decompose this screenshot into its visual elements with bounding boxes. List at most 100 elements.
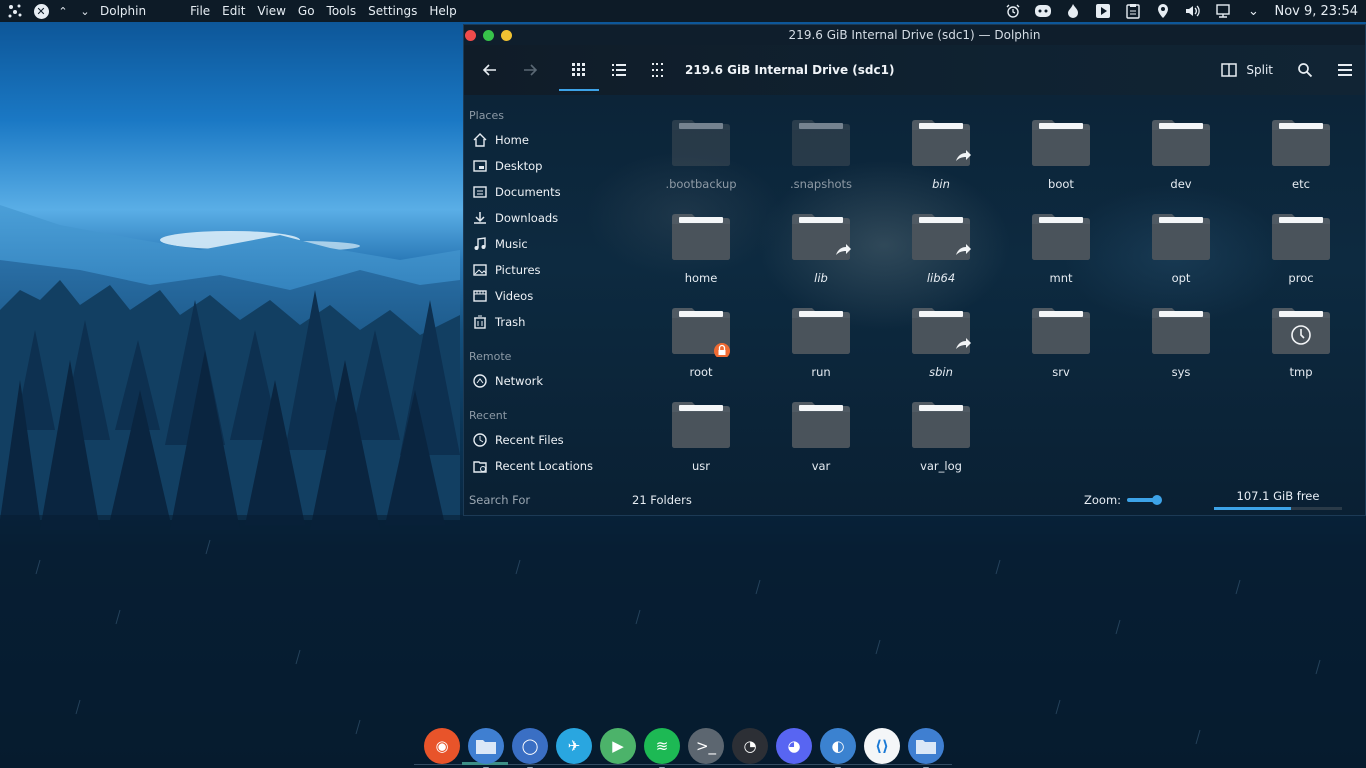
network-icon[interactable] [1208,0,1238,22]
dock-terminal-icon[interactable]: >_ [688,728,724,764]
sidebar-item-documents[interactable]: Documents [464,179,624,205]
folder-item[interactable]: lib [761,211,881,305]
alarm-icon[interactable] [998,0,1028,22]
folder-item[interactable]: var [761,399,881,493]
folder-item[interactable]: lib64 [881,211,1001,305]
folder-item[interactable]: sbin [881,305,1001,399]
folder-name: .snapshots [789,177,853,191]
chevron-down-icon[interactable]: ⌄ [1238,0,1268,22]
folder-item[interactable]: bin [881,117,1001,211]
split-button[interactable]: Split [1209,45,1285,95]
sidebar-item-trash[interactable]: Trash [464,309,624,335]
dock-spotify-icon[interactable]: ≋ [644,728,680,768]
search-button[interactable] [1285,45,1325,95]
folder-icon [912,402,970,448]
hamburger-menu-button[interactable] [1325,45,1365,95]
folder-item[interactable]: home [641,211,761,305]
zoom-slider[interactable] [1127,495,1163,505]
dock-obs-studio-icon[interactable]: ◔ [732,728,768,764]
back-button[interactable] [470,45,510,95]
menu-edit[interactable]: Edit [216,4,251,18]
sidebar-item-recent-files[interactable]: Recent Files [464,427,624,453]
minimize-button[interactable]: ⌄ [74,0,96,22]
app-launcher-icon[interactable] [0,0,30,22]
folder-item[interactable]: sys [1121,305,1241,399]
hamburger-icon [1338,64,1352,76]
folder-icon [1272,308,1330,354]
folder-item[interactable]: opt [1121,211,1241,305]
clipboard-icon[interactable] [1118,0,1148,22]
folder-icon [1152,214,1210,260]
dock-media-player-icon[interactable]: ▶ [600,728,636,764]
free-space-label: 107.1 GiB free [1236,489,1320,503]
folder-item[interactable]: tmp [1241,305,1361,399]
sidebar-item-desktop[interactable]: Desktop [464,153,624,179]
folder-item[interactable]: etc [1241,117,1361,211]
dock-files-dolphin-icon[interactable] [468,728,504,768]
split-view-icon [1221,63,1238,77]
folder-icon [1152,308,1210,354]
folder-item[interactable]: dev [1121,117,1241,211]
flame-icon[interactable] [1058,0,1088,22]
location-bar[interactable]: 219.6 GiB Internal Drive (sdc1) [685,63,894,77]
close-window-dot[interactable] [465,29,476,41]
sidebar-item-home[interactable]: Home [464,127,624,153]
volume-icon[interactable] [1178,0,1208,22]
folder-item[interactable]: srv [1001,305,1121,399]
menu-go[interactable]: Go [292,4,321,18]
sidebar-item-music[interactable]: Music [464,231,624,257]
minimize-window-dot[interactable] [501,29,512,41]
menu-help[interactable]: Help [423,4,462,18]
location-icon[interactable] [1148,0,1178,22]
sidebar-item-downloads[interactable]: Downloads [464,205,624,231]
dock-firefox-icon[interactable]: ◉ [424,728,460,764]
content-area: Places Home Desktop Documents Downloads … [464,95,1365,515]
folder-item[interactable]: var_log [881,399,1001,493]
folder-item[interactable]: usr [641,399,761,493]
discord-icon[interactable] [1028,0,1058,22]
dock-kdeconnect-bird-icon[interactable]: ✈ [556,728,592,764]
sidebar-item-label: Desktop [495,159,543,173]
split-label: Split [1246,63,1273,77]
forward-button[interactable] [510,45,550,95]
clock[interactable]: Nov 9, 23:54 [1268,4,1366,19]
sidebar-item-recent-locations[interactable]: Recent Locations [464,453,624,479]
sidebar-item-label: Home [495,133,529,147]
icons-view-button[interactable] [559,45,599,95]
menu-tools[interactable]: Tools [321,4,363,18]
dock-discord-icon[interactable]: ◕ [776,728,812,764]
sidebar-item-pictures[interactable]: Pictures [464,257,624,283]
dock-vscode-icon[interactable]: ⟨⟩ [864,728,900,764]
menu-settings[interactable]: Settings [362,4,423,18]
folder-item[interactable]: run [761,305,881,399]
compact-view-button[interactable] [639,45,679,95]
places-section-title: Places [469,109,504,122]
dock: ◉ ◯ ✈ ▶ ≋ >_ ◔ ◕ ◐ ⟨⟩ [418,726,950,768]
folder-item[interactable]: root [641,305,761,399]
sidebar-item-label: Network [495,374,544,388]
menu-file[interactable]: File [184,4,216,18]
maximize-window-dot[interactable] [483,29,494,41]
window-titlebar[interactable]: 219.6 GiB Internal Drive (sdc1) — Dolphi… [464,25,1365,45]
sidebar-item-network[interactable]: Network [464,368,624,394]
details-view-button[interactable] [599,45,639,95]
dock-files-folder-icon[interactable] [908,728,944,768]
close-window-button[interactable]: ✕ [30,0,52,22]
menu-view[interactable]: View [251,4,291,18]
folder-item[interactable]: mnt [1001,211,1121,305]
search-for-label[interactable]: Search For [469,493,530,507]
folder-item[interactable]: boot [1001,117,1121,211]
folder-item[interactable]: proc [1241,211,1361,305]
media-player-icon[interactable] [1088,0,1118,22]
folder-name: bin [932,177,950,191]
sidebar-item-videos[interactable]: Videos [464,283,624,309]
dock-chromium-icon[interactable]: ◯ [512,728,548,768]
list-icon [612,64,626,76]
search-icon [1298,63,1313,78]
dock-settings-toggle-icon[interactable]: ◐ [820,728,856,768]
folder-item[interactable]: .bootbackup [641,117,761,211]
zoom-slider-handle[interactable] [1152,495,1163,505]
folder-item[interactable]: .snapshots [761,117,881,211]
folder-icon [912,120,971,166]
maximize-button[interactable]: ⌃ [52,0,74,22]
